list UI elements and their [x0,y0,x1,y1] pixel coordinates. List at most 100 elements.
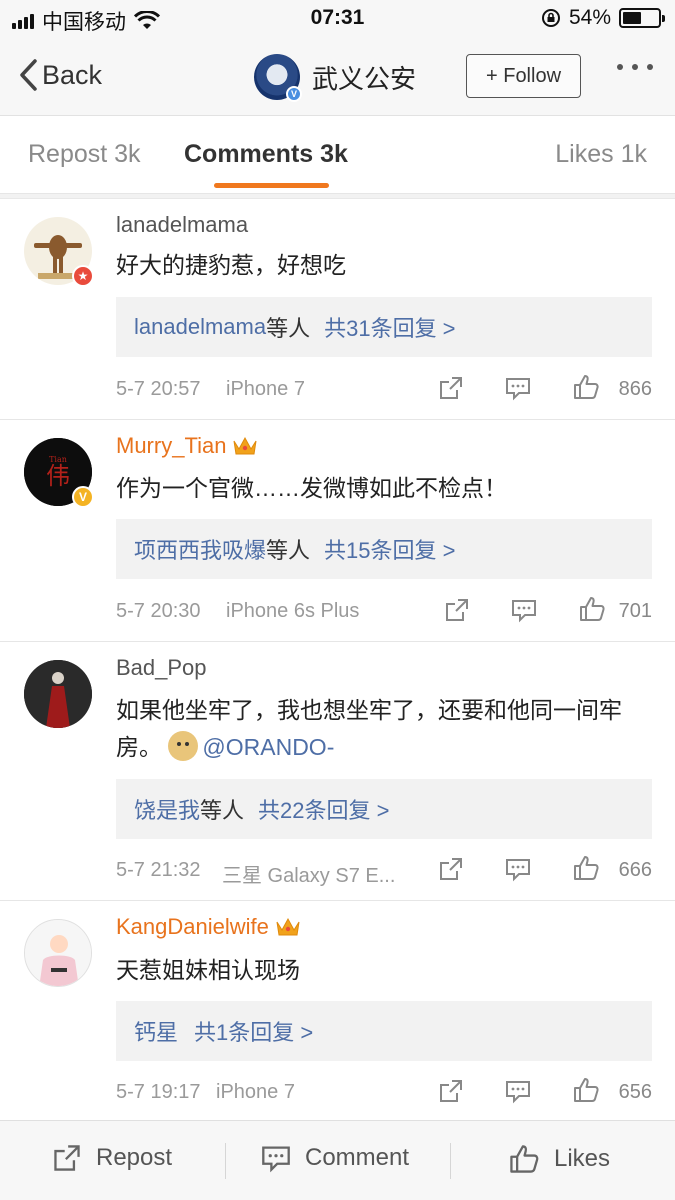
thumbs-up-icon[interactable] [578,595,606,623]
avatar[interactable]: ★ [24,217,94,287]
profile-avatar[interactable]: V [254,54,302,102]
reply-users: 饶是我 [134,798,201,823]
comment-username[interactable]: lanadelmama [116,212,248,238]
verified-badge-icon: V [72,486,94,508]
avatar[interactable]: 伟 Tian V [24,438,94,508]
comment-meta: 5-7 20:30 iPhone 6s Plus 701 [116,597,652,627]
svg-text:伟: 伟 [46,462,70,490]
comment-button[interactable]: Comment [261,1143,409,1173]
reply-summary[interactable]: 项西西我吸爆 等人 共15条回复 > [116,519,652,579]
bottom-divider [450,1143,451,1179]
comment-device: iPhone 7 [226,378,305,400]
like-count: 701 [618,600,652,622]
status-right: 54% [541,6,665,30]
comment-device: iPhone 7 [216,1081,295,1103]
reply-count: 共22条回复 > [258,798,390,823]
lock-rotation-icon [541,9,560,27]
reply-count: 共31条回复 > [324,316,456,341]
crown-icon [276,917,300,936]
comment-meta: 5-7 20:57 iPhone 7 866 [116,375,652,405]
avatar[interactable] [24,919,92,987]
comment-item: KangDanielwife 天惹姐妹相认现场 钙星 共1条回复 > 5-7 1… [0,901,675,1120]
reply-suffix: 等人 [266,538,311,563]
status-bar: 中国移动 07:31 54% [0,0,675,38]
likes-button[interactable]: Likes [508,1143,610,1175]
doge-emoji-icon [168,731,199,761]
comment-icon[interactable] [505,375,531,401]
thumbs-up-icon[interactable] [572,373,600,401]
active-tab-indicator [214,183,329,188]
tab-bar: Repost 3k Comments 3k Likes 1k [0,116,675,194]
reply-users: 钙星 [134,1020,179,1045]
comment-text: 如果他坐牢了，我也想坐牢了，还要和他同一间牢房。 @ORANDO- [116,692,646,766]
follow-button[interactable]: + Follow [466,54,581,98]
username-text: KangDanielwife [116,914,269,939]
like-count: 666 [618,859,652,881]
repost-button[interactable]: Repost [52,1143,172,1173]
comment-date: 5-7 21:32 [116,859,201,881]
comment-device: iPhone 6s Plus [226,600,360,622]
reply-suffix: 等人 [266,316,311,341]
reply-suffix: 等人 [200,798,245,823]
comment-date: 5-7 20:57 [116,378,201,400]
comment-text: 天惹姐妹相认现场 [116,957,300,983]
comment-label: Comment [305,1144,410,1171]
comment-item: Bad_Pop 如果他坐牢了，我也想坐牢了，还要和他同一间牢房。 @ORANDO… [0,642,675,901]
battery-icon [619,8,665,28]
reply-users: lanadelmama [134,314,267,339]
battery-percent: 54% [568,6,611,29]
verified-badge-icon: V [286,86,302,102]
comment-text: 作为一个官微……发微博如此不检点！ [116,475,507,501]
tab-repost[interactable]: Repost 3k [28,140,141,169]
nav-bar: Back V 武义公安 + Follow [0,38,675,116]
thumbs-up-icon[interactable] [572,1076,600,1104]
bottom-divider [225,1143,226,1179]
username-text: Murry_Tian [116,433,227,458]
comment-username[interactable]: Bad_Pop [116,655,207,681]
thumbs-up-icon[interactable] [572,854,600,882]
comment-icon[interactable] [505,856,531,882]
comment-item: ★ lanadelmama 好大的捷豹惹，好想吃 lanadelmama 等人 共… [0,199,675,420]
repost-label: Repost [96,1144,173,1171]
thumbs-up-icon [510,1145,539,1173]
reply-summary[interactable]: 饶是我 等人 共22条回复 > [116,779,652,839]
username-text: Bad_Pop [116,655,207,680]
avatar[interactable] [24,660,92,728]
svg-text:Tian: Tian [49,455,67,464]
likes-label: Likes [554,1145,611,1172]
like-count: 656 [618,1081,652,1103]
more-options-icon[interactable] [617,64,653,70]
share-icon[interactable] [438,1078,464,1104]
back-chevron-icon [20,59,37,91]
reply-count: 共1条回复 > [194,1020,314,1045]
reply-users: 项西西我吸爆 [134,538,267,563]
comment-meta: 5-7 19:17 iPhone 7 656 [116,1078,652,1108]
comment-device: 三星 Galaxy S7 E... [222,865,396,887]
tab-comments[interactable]: Comments 3k [184,140,348,169]
comment-item: 伟 Tian V Murry_Tian 作为一个官微……发微博如此不检点！ 项西… [0,420,675,642]
comment-username[interactable]: KangDanielwife [116,914,301,940]
comment-text: 好大的捷豹惹，好想吃 [116,252,346,278]
comment-meta: 5-7 21:32 三星 Galaxy S7 E... 666 [116,854,652,887]
comment-icon[interactable] [511,597,537,623]
star-badge-icon: ★ [72,265,94,287]
bottom-action-bar: Repost Comment Likes [0,1120,675,1200]
mention-link[interactable]: @ORANDO- [202,734,334,760]
comment-date: 5-7 19:17 [116,1081,201,1103]
share-icon[interactable] [438,375,464,401]
like-count: 866 [618,378,652,400]
reply-count: 共15条回复 > [324,538,456,563]
nav-profile[interactable]: V 武义公安 [254,54,416,102]
back-button[interactable]: Back [18,58,102,92]
username-text: lanadelmama [116,212,249,237]
tab-likes[interactable]: Likes 1k [555,140,647,169]
share-icon[interactable] [438,856,464,882]
comment-username[interactable]: Murry_Tian [116,433,258,459]
crown-icon [233,436,257,455]
reply-summary[interactable]: 钙星 共1条回复 > [116,1001,652,1061]
share-icon[interactable] [444,597,470,623]
comment-icon[interactable] [505,1078,531,1104]
comment-date: 5-7 20:30 [116,600,201,622]
share-icon [54,1145,80,1171]
reply-summary[interactable]: lanadelmama 等人 共31条回复 > [116,297,652,357]
